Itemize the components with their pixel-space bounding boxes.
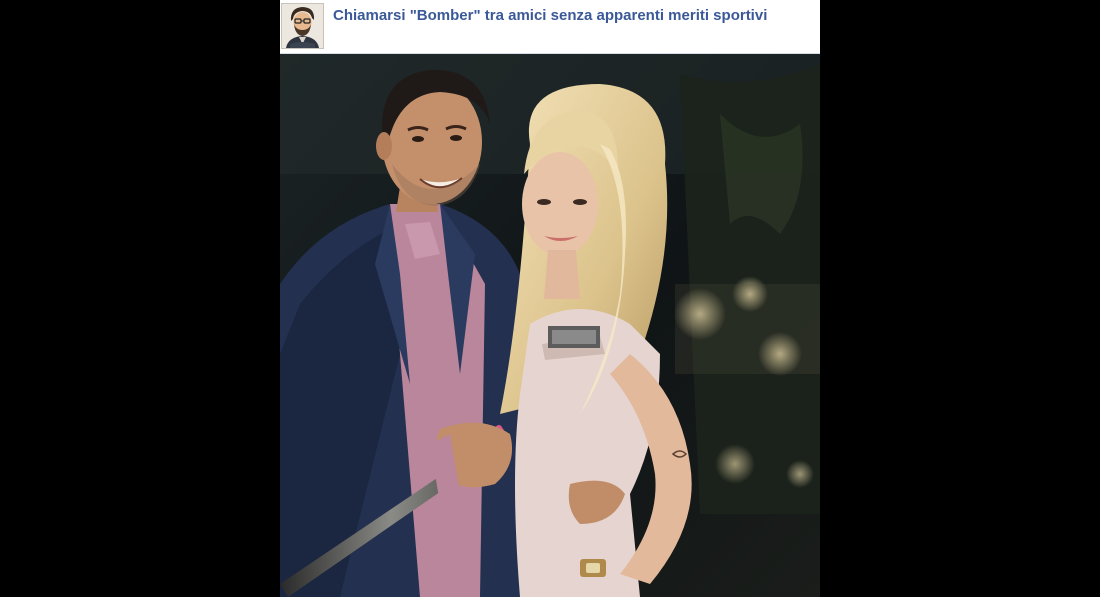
post-header: Chiamarsi "Bomber" tra amici senza appar… [280,0,820,54]
photo-viewer: Chiamarsi "Bomber" tra amici senza appar… [0,0,1100,597]
post-title-link[interactable]: Chiamarsi "Bomber" tra amici senza appar… [333,5,773,26]
post-photo[interactable] [280,54,820,597]
cartoon-man-avatar-icon [282,4,323,48]
avatar[interactable] [281,3,324,49]
post-card: Chiamarsi "Bomber" tra amici senza appar… [280,0,820,597]
selfie-couple-photo [280,54,820,597]
